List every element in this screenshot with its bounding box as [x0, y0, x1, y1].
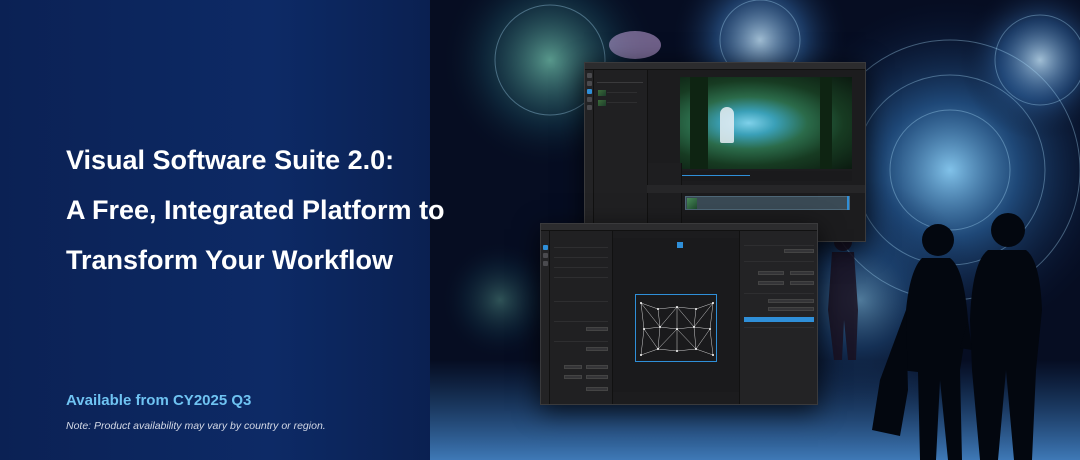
- editor-left-toolbar: [585, 70, 594, 241]
- warp-tool-window-screenshot: [540, 223, 818, 405]
- tool-icon: [587, 105, 592, 110]
- tool-icon: [543, 261, 548, 266]
- media-thumbnail: [598, 100, 606, 106]
- settings-panel: [739, 231, 817, 404]
- media-bin-panel: [594, 70, 648, 241]
- tool-icon: [543, 253, 548, 258]
- tool-icon: [543, 245, 548, 250]
- mesh-canvas: [613, 238, 739, 392]
- warp-left-toolbar: [541, 231, 550, 404]
- availability-text: Available from CY2025 Q3: [66, 392, 252, 409]
- visitor-silhouette: [828, 233, 858, 360]
- apply-button-thumbnail: [744, 317, 814, 322]
- headline-line-1: Visual Software Suite 2.0:: [66, 145, 395, 175]
- transport-controls: [680, 171, 852, 181]
- banner: Visual Software Suite 2.0: A Free, Integ…: [0, 0, 1080, 460]
- properties-panel: [550, 231, 613, 404]
- headline-line-3: Transform Your Workflow: [66, 245, 394, 275]
- mesh-warp-grid: [635, 294, 717, 362]
- tool-icon: [587, 81, 592, 86]
- warp-titlebar: [541, 224, 817, 231]
- tool-icon: [587, 73, 592, 78]
- editor-titlebar: [585, 63, 865, 70]
- timeline-clip: [685, 196, 850, 210]
- editor-window-screenshot: [584, 62, 866, 242]
- headline: Visual Software Suite 2.0: A Free, Integ…: [66, 135, 536, 285]
- timeline-ruler: [647, 185, 865, 193]
- people-silhouette: [872, 213, 1042, 460]
- video-preview: [680, 77, 852, 169]
- tool-icon: [587, 97, 592, 102]
- tool-icon: [587, 89, 592, 94]
- headline-line-2: A Free, Integrated Platform to: [66, 195, 445, 225]
- availability-note: Note: Product availability may vary by c…: [66, 420, 326, 432]
- media-thumbnail: [598, 90, 606, 96]
